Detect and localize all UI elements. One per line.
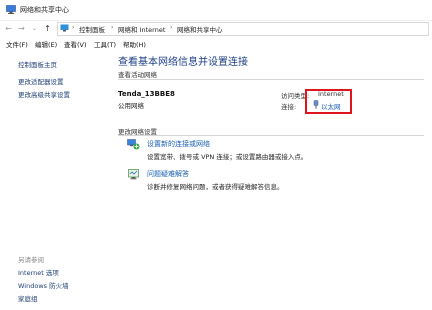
breadcrumb-sharing-center[interactable]: 网络和共享中心	[177, 24, 223, 34]
page-title: 查看基本网络信息并设置连接	[118, 57, 248, 68]
highlight-box	[305, 89, 352, 114]
connection-label: 连接:	[281, 103, 297, 111]
setup-new-connection-desc: 设置宽带、拨号或 VPN 连接；或设置路由器或接入点。	[147, 153, 308, 161]
homegroup-link[interactable]: 家庭组	[18, 293, 38, 303]
menu-edit[interactable]: 编辑(E)	[35, 39, 57, 49]
network-center-icon	[6, 5, 16, 14]
breadcrumb-separator: ›	[170, 24, 173, 31]
control-panel-home-link[interactable]: 控制面板主页	[18, 59, 57, 69]
menu-tools[interactable]: 工具(T)	[94, 39, 116, 49]
troubleshoot-icon	[128, 169, 139, 180]
menu-view[interactable]: 查看(V)	[64, 39, 87, 49]
setup-new-connection-link[interactable]: 设置新的连接或网络	[147, 139, 210, 149]
breadcrumb-control-panel[interactable]: 控制面板	[79, 24, 105, 34]
change-adapter-settings-link[interactable]: 更改适配器设置	[18, 76, 64, 86]
up-arrow-icon[interactable]: ↑	[43, 24, 52, 33]
divider	[118, 135, 424, 136]
divider	[118, 79, 424, 80]
breadcrumb-network-internet[interactable]: 网络和 Internet	[118, 24, 165, 34]
active-networks-heading: 查看活动网络	[118, 71, 157, 79]
menu-file[interactable]: 文件(F)	[6, 39, 28, 49]
forward-arrow-icon[interactable]: →	[17, 24, 26, 33]
network-name: Tenda_13BBE8	[118, 90, 175, 98]
see-also-label: 另请参阅	[18, 256, 44, 264]
network-category[interactable]: 公用网络	[118, 100, 144, 110]
troubleshoot-link[interactable]: 问题疑难解答	[147, 169, 189, 179]
breadcrumb-separator: ›	[111, 24, 114, 31]
recent-locations-icon[interactable]: ⌄	[30, 24, 39, 33]
menu-help[interactable]: 帮助(H)	[123, 39, 146, 49]
windows-firewall-link[interactable]: Windows 防火墙	[18, 280, 69, 290]
window-title: 网络和共享中心	[20, 6, 69, 14]
new-connection-icon	[127, 139, 140, 150]
change-advanced-sharing-link[interactable]: 更改高级共享设置	[18, 89, 70, 99]
control-panel-icon	[60, 24, 69, 32]
internet-options-link[interactable]: Internet 选项	[18, 267, 59, 277]
troubleshoot-desc: 诊断并修复网络问题，或者获得疑难解答信息。	[147, 183, 284, 191]
breadcrumb-separator: ›	[72, 24, 75, 31]
back-arrow-icon[interactable]: ←	[4, 24, 13, 33]
